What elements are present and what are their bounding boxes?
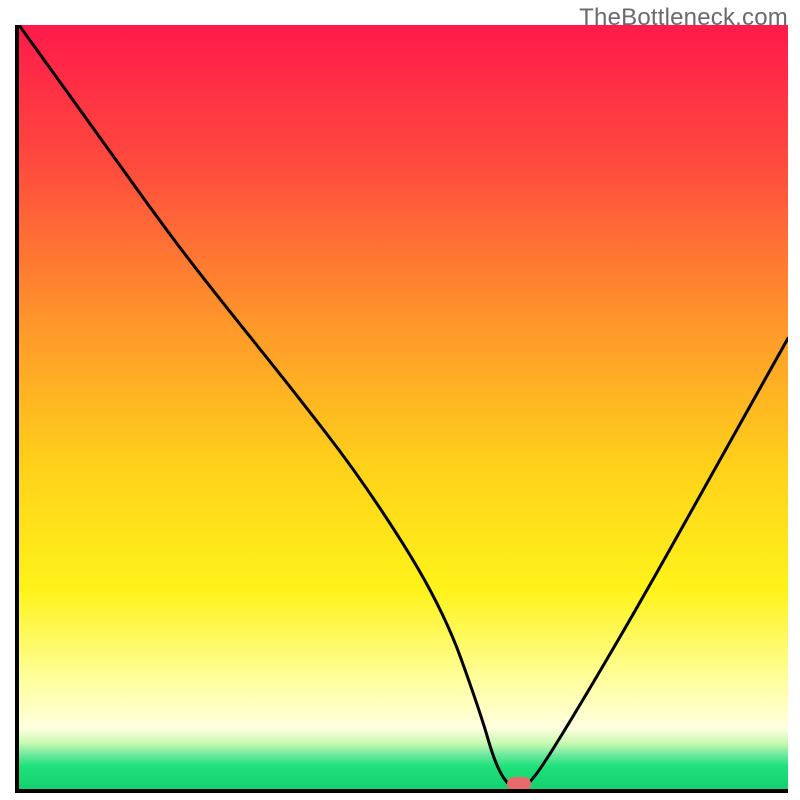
plot-frame — [15, 25, 788, 793]
chart-container: TheBottleneck.com — [0, 0, 800, 800]
optimal-marker — [507, 777, 531, 791]
watermark-text: TheBottleneck.com — [579, 4, 788, 32]
bottleneck-curve — [19, 25, 788, 789]
